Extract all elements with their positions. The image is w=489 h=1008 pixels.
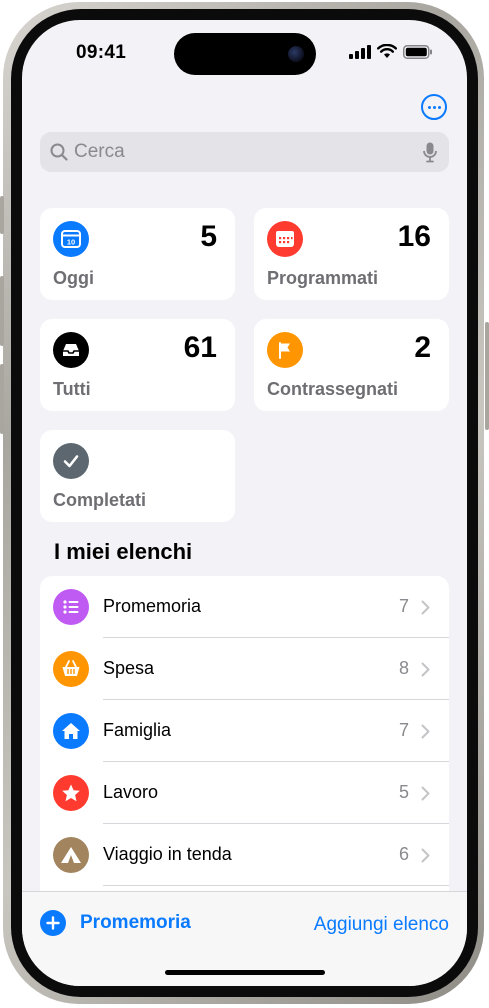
chevron-right-icon <box>421 848 430 863</box>
list-name: Famiglia <box>103 720 172 740</box>
list-name: Spesa <box>103 658 155 678</box>
today-count: 5 <box>200 220 217 253</box>
more-dot-icon <box>432 105 436 109</box>
smart-list-completed[interactable]: Completati <box>40 430 235 522</box>
list-bullet-icon <box>53 589 89 625</box>
scheduled-count: 16 <box>397 220 431 253</box>
tray-icon <box>53 332 89 368</box>
tent-icon <box>53 837 89 873</box>
list-name: Viaggio in tenda <box>103 844 232 864</box>
more-options-button[interactable] <box>421 94 447 120</box>
completed-label: Completati <box>53 490 147 510</box>
cellular-signal-icon <box>349 44 371 59</box>
search-placeholder: Cerca <box>74 141 125 162</box>
scheduled-label: Programmati <box>267 268 379 288</box>
my-lists-title: I miei elenchi <box>54 539 193 564</box>
add-list-button[interactable]: Aggiungi elenco <box>314 914 449 936</box>
new-reminder-label: Promemoria <box>80 912 191 933</box>
calendar-grid-icon <box>267 221 303 257</box>
list-item[interactable]: Viaggio in tenda 6 <box>40 824 449 886</box>
list-item[interactable]: Lavoro 5 <box>40 762 449 824</box>
search-bar[interactable]: Cerca <box>40 132 449 172</box>
dynamic-island <box>174 33 316 75</box>
list-count: 8 <box>398 658 409 678</box>
more-dot-icon <box>437 105 441 109</box>
more-dot-icon <box>427 105 431 109</box>
flag-icon <box>267 332 303 368</box>
list-count: 5 <box>398 782 409 802</box>
chevron-right-icon <box>421 724 430 739</box>
list-name: Lavoro <box>103 782 159 802</box>
smart-list-flagged[interactable]: 2 Contrassegnati <box>254 319 449 411</box>
list-count: 7 <box>398 596 409 616</box>
status-time: 09:41 <box>76 42 127 63</box>
list-item[interactable]: Famiglia 7 <box>40 700 449 762</box>
volume-up-button <box>0 276 4 346</box>
microphone-icon[interactable] <box>423 142 437 163</box>
chevron-right-icon <box>421 786 430 801</box>
wifi-icon <box>377 44 397 58</box>
all-label: Tutti <box>53 379 91 399</box>
all-count: 61 <box>183 331 217 364</box>
action-button <box>0 196 4 234</box>
side-button <box>485 322 489 430</box>
list-count: 7 <box>398 720 409 740</box>
star-icon <box>53 775 89 811</box>
separator <box>103 885 449 886</box>
house-icon <box>53 713 89 749</box>
screen: 09:41 Cerca 10 5 Oggi 16 Programmati 61 … <box>22 20 467 986</box>
smart-list-all[interactable]: 61 Tutti <box>40 319 235 411</box>
checkmark-icon <box>53 443 89 479</box>
basket-icon <box>53 651 89 687</box>
status-icons <box>349 44 433 59</box>
list-count: 6 <box>398 844 409 864</box>
list-name: Promemoria <box>103 596 202 616</box>
chevron-right-icon <box>421 600 430 615</box>
smart-list-today[interactable]: 10 5 Oggi <box>40 208 235 300</box>
my-lists: Promemoria 7 Spesa 8 Famiglia 7 Lavoro 5… <box>40 576 449 906</box>
calendar-today-icon: 10 <box>53 221 89 257</box>
plus-icon <box>40 910 66 936</box>
list-item[interactable]: Spesa 8 <box>40 638 449 700</box>
flagged-count: 2 <box>414 331 431 364</box>
battery-icon <box>403 44 432 59</box>
search-icon <box>50 143 68 161</box>
list-item[interactable]: Promemoria 7 <box>40 576 449 638</box>
home-indicator[interactable] <box>165 970 325 975</box>
new-reminder-button[interactable]: Promemoria <box>40 910 191 936</box>
today-label: Oggi <box>53 268 94 288</box>
volume-down-button <box>0 364 4 434</box>
chevron-right-icon <box>421 662 430 677</box>
flagged-label: Contrassegnati <box>267 379 399 399</box>
camera-icon <box>288 46 304 62</box>
smart-list-scheduled[interactable]: 16 Programmati <box>254 208 449 300</box>
svg-text:10: 10 <box>67 238 75 247</box>
